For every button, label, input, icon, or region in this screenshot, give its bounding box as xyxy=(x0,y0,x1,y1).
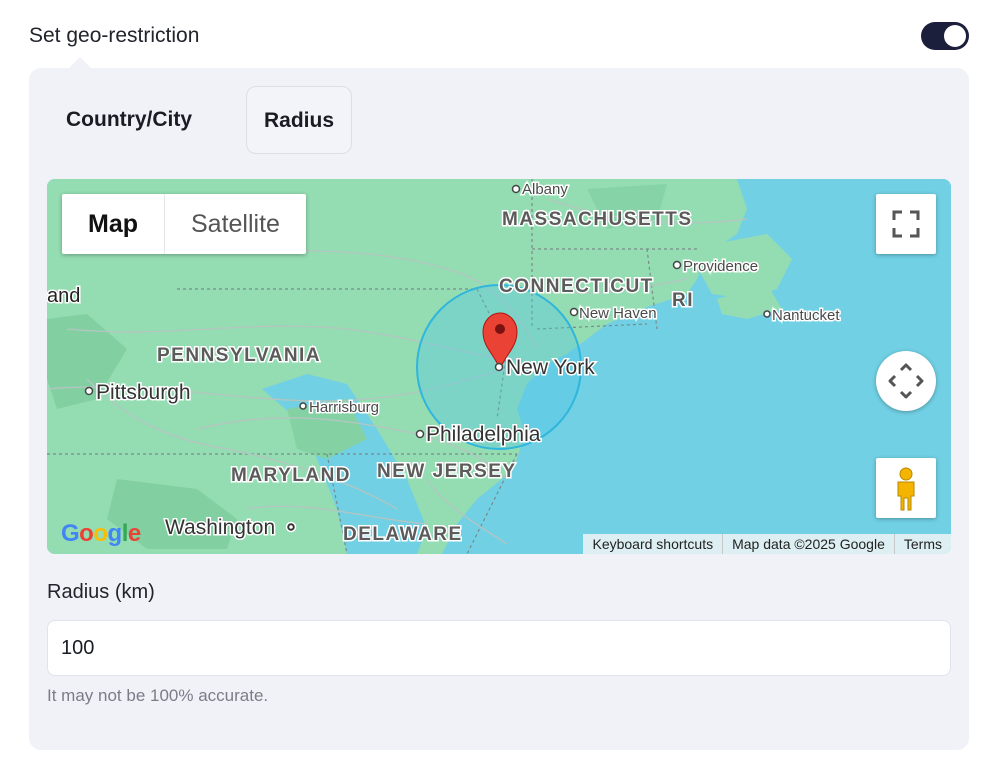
toggle-knob xyxy=(944,25,966,47)
map-type-satellite-button[interactable]: Satellite xyxy=(165,194,306,254)
map-label-new-jersey: NEW JERSEY xyxy=(377,461,517,482)
radius-input[interactable] xyxy=(47,620,951,676)
map-type-control: Map Satellite xyxy=(62,194,306,254)
google-logo: Google xyxy=(61,520,141,547)
map-label-pittsburgh: Pittsburgh xyxy=(96,381,191,404)
map-label-nantucket: Nantucket xyxy=(772,307,840,324)
map-label-albany: Albany xyxy=(522,181,568,198)
map-view[interactable]: Albany MASSACHUSETTS CONNECTICUT RI Prov… xyxy=(47,179,951,554)
map-label-new-york: New York xyxy=(506,356,595,379)
map-label-massachusetts: MASSACHUSETTS xyxy=(502,209,693,230)
camera-move-button[interactable] xyxy=(876,351,936,411)
map-label-delaware: DELAWARE xyxy=(343,524,463,545)
map-label-pennsylvania: PENNSYLVANIA xyxy=(157,345,321,366)
fullscreen-button[interactable] xyxy=(876,194,936,254)
map-type-map-button[interactable]: Map xyxy=(62,194,165,254)
map-label-philadelphia: Philadelphia xyxy=(426,423,541,446)
panel-caret xyxy=(68,57,92,69)
tab-country-city[interactable]: Country/City xyxy=(66,86,192,154)
geo-restriction-label: Set geo-restriction xyxy=(29,24,200,47)
map-data-attribution: Map data ©2025 Google xyxy=(722,534,894,554)
map-label-new-haven: New Haven xyxy=(579,305,657,322)
map-label-harrisburg: Harrisburg xyxy=(309,399,379,416)
keyboard-shortcuts-link[interactable]: Keyboard shortcuts xyxy=(583,534,722,554)
radius-help-text: It may not be 100% accurate. xyxy=(47,686,269,705)
geo-restriction-toggle[interactable] xyxy=(921,22,969,50)
pegman-icon xyxy=(897,467,915,511)
map-label-maryland: MARYLAND xyxy=(231,465,351,486)
fullscreen-icon xyxy=(892,210,920,238)
map-label-providence: Providence xyxy=(683,258,758,275)
map-label-ri: RI xyxy=(672,290,694,311)
map-attribution: Keyboard shortcuts Map data ©2025 Google… xyxy=(583,534,951,554)
map-label-connecticut: CONNECTICUT xyxy=(499,276,654,297)
terms-link[interactable]: Terms xyxy=(893,534,951,554)
radius-label: Radius (km) xyxy=(47,581,155,603)
camera-move-icon xyxy=(888,363,924,399)
map-label-land: and xyxy=(47,285,80,307)
tab-radius[interactable]: Radius xyxy=(246,86,352,154)
street-view-button[interactable] xyxy=(876,458,936,518)
map-label-washington: Washington xyxy=(165,516,275,539)
